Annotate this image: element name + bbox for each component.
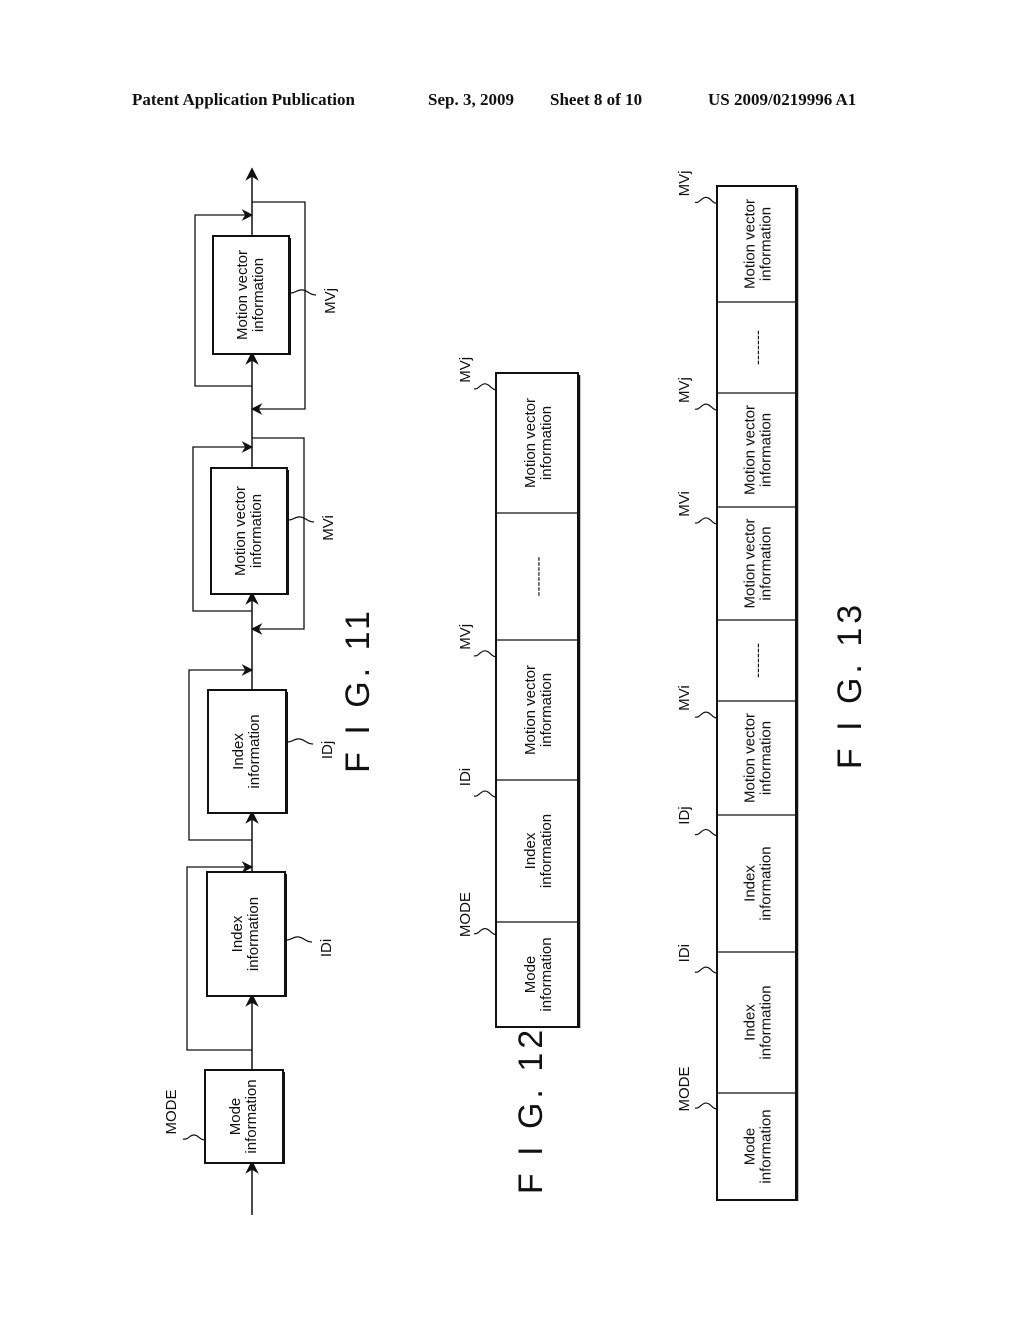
fig12-cell-2-label-line1: Motion vector	[522, 665, 539, 755]
ref-label-mode: MODE	[457, 892, 474, 937]
leader-squiggle	[473, 927, 497, 936]
fig11-block-0-label-line1: Mode	[227, 1098, 244, 1136]
fig13-cell-5-label-line2: information	[757, 526, 774, 600]
fig11-flow-diagram: Mode informationIndex informationIndex info…	[163, 167, 377, 1215]
ref-label-mvj: MVj	[676, 377, 693, 403]
fig12-data-structure: Mode informationMODEIndex informationIDiMo…	[457, 357, 581, 1194]
fig13-cell-0-label-line1: Mode	[741, 1128, 758, 1166]
fig12-cell-3-ellipsis: --------	[530, 557, 547, 597]
fig12-cell-2-label-line2: information	[538, 673, 555, 747]
ref-label-mvi: MVi	[676, 491, 693, 517]
fig13-caption: F I G. 13	[831, 601, 869, 769]
fig12-caption: F I G. 12	[512, 1026, 550, 1194]
ref-label-idi: IDi	[676, 944, 693, 962]
ref-label-idi: IDi	[457, 768, 474, 786]
fig11-block-4-label-line1: Motion vector	[234, 250, 251, 340]
ref-label-idj: IDj	[676, 806, 693, 824]
patent-drawing: Mode informationIndex informationIndex info…	[163, 167, 869, 1215]
leader-squiggle	[288, 289, 317, 296]
leader-squiggle	[694, 1102, 718, 1110]
fig12-cell-0-label-line1: Mode	[522, 956, 539, 994]
leader-squiggle	[285, 738, 314, 745]
fig13-data-structure: Mode informationMODEIndex informationIDiIn…	[676, 170, 869, 1201]
fig11-block-3-label-line2: information	[248, 494, 265, 568]
fig13-cell-0-label-line2: information	[757, 1109, 774, 1183]
fig11-block-1-label-line2: information	[245, 897, 262, 971]
fig13-cell-7-ellipsis: -------	[749, 330, 766, 365]
fig12-cell-4-label-line1: Motion vector	[522, 398, 539, 488]
leader-squiggle	[694, 403, 718, 411]
fig11-caption: F I G. 11	[339, 607, 377, 773]
leader-squiggle	[694, 966, 718, 974]
ref-label-mvj: MVj	[676, 170, 693, 196]
ref-label-mvi: MVi	[320, 515, 337, 541]
fig12-cell-4-label-line2: information	[538, 406, 555, 480]
ref-label-mvi: MVi	[676, 685, 693, 711]
fig13-cell-6-label-line1: Motion vector	[741, 405, 758, 495]
leader-squiggle	[182, 1134, 206, 1141]
ref-label-idj: IDj	[319, 741, 336, 759]
fig13-cell-5-label-line1: Motion vector	[741, 518, 758, 608]
fig11-block-0-label-line2: information	[243, 1079, 260, 1153]
fig12-cell-1-label-line2: information	[538, 814, 555, 888]
fig13-cell-8-label-line1: Motion vector	[741, 199, 758, 289]
fig13-cell-1-label-line1: Index	[741, 1004, 758, 1041]
fig11-block-4-label-line2: information	[250, 258, 267, 332]
ref-label-mode: MODE	[163, 1090, 180, 1135]
ref-label-mvj: MVj	[457, 357, 474, 383]
leader-squiggle	[284, 936, 313, 943]
leader-squiggle	[694, 711, 718, 719]
leader-squiggle	[286, 516, 315, 523]
fig11-block-2-label-line1: Index	[230, 733, 247, 770]
fig13-cell-4-ellipsis: -------	[749, 643, 766, 678]
leader-squiggle	[694, 517, 718, 525]
fig11-block-2-label-line2: information	[246, 714, 263, 788]
leader-squiggle	[694, 828, 718, 837]
fig12-cell-1-label-line1: Index	[522, 832, 539, 869]
fig11-block-1-label-line1: Index	[229, 915, 246, 952]
fig12-cell-0-label-line2: information	[538, 937, 555, 1011]
leader-squiggle	[473, 383, 497, 391]
leader-squiggle	[473, 790, 497, 798]
ref-label-mode: MODE	[676, 1067, 693, 1112]
fig13-cell-2-label-line2: information	[757, 846, 774, 920]
ref-label-mvj: MVj	[322, 288, 339, 314]
fig13-cell-6-label-line2: information	[757, 413, 774, 487]
fig13-cell-2-label-line1: Index	[741, 865, 758, 902]
leader-squiggle	[473, 650, 497, 658]
leader-squiggle	[694, 196, 718, 204]
ref-label-idi: IDi	[318, 939, 335, 957]
fig13-cell-8-label-line2: information	[757, 207, 774, 281]
fig11-block-3-label-line1: Motion vector	[232, 486, 249, 576]
ref-label-mvj: MVj	[457, 624, 474, 650]
fig13-cell-3-label-line1: Motion vector	[741, 713, 758, 803]
fig13-cell-1-label-line2: information	[757, 985, 774, 1059]
fig13-cell-3-label-line2: information	[757, 721, 774, 795]
